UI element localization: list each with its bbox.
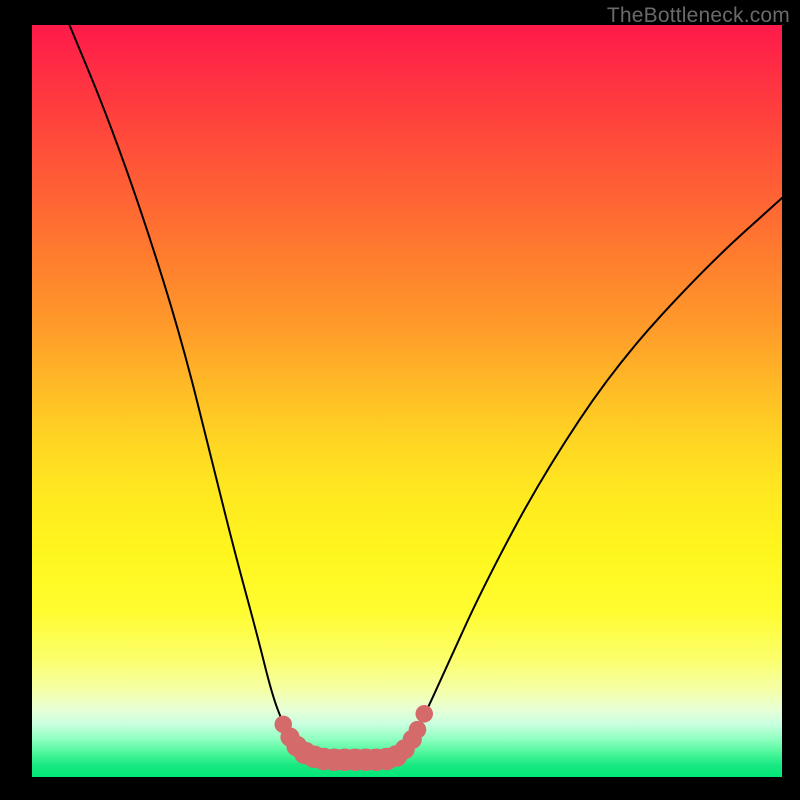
v-curve-path (32, 25, 782, 760)
curve-layer (32, 25, 782, 777)
watermark-text: TheBottleneck.com (607, 4, 790, 28)
v-curve (32, 25, 782, 760)
chart-frame: TheBottleneck.com (0, 0, 800, 800)
data-marker (415, 705, 433, 723)
marker-cluster (274, 705, 433, 771)
data-marker (409, 721, 427, 739)
plot-area (32, 25, 782, 777)
